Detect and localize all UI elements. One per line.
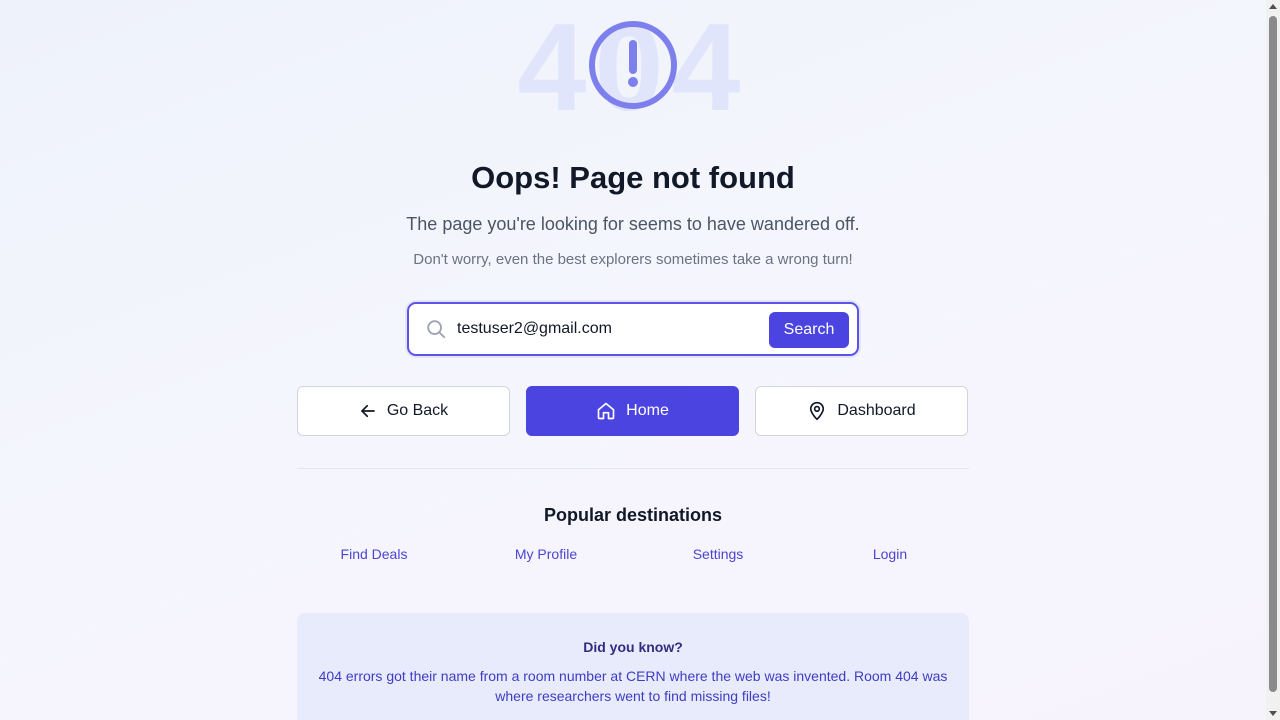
section-divider <box>297 468 969 469</box>
scrollbar-thumb[interactable] <box>1269 16 1277 692</box>
link-my-profile[interactable]: My Profile <box>466 546 626 562</box>
search-button[interactable]: Search <box>769 312 849 348</box>
map-pin-icon <box>810 401 825 421</box>
arrow-left-icon <box>360 404 375 418</box>
popular-destinations-title: Popular destinations <box>543 505 723 525</box>
popular-links: Find Deals My Profile Settings Login <box>297 546 969 566</box>
not-found-page: 404 Oops! Page not found The page you're… <box>0 0 1266 720</box>
alert-circle-icon <box>589 21 677 109</box>
home-icon <box>597 402 615 420</box>
scroll-down-icon[interactable] <box>1266 706 1280 720</box>
vertical-scrollbar[interactable] <box>1266 0 1280 720</box>
go-back-label: Go Back <box>386 402 449 419</box>
dashboard-button[interactable]: Dashboard <box>755 386 968 436</box>
home-button[interactable]: Home <box>526 386 739 436</box>
link-settings[interactable]: Settings <box>638 546 798 562</box>
search-box: Search <box>407 302 859 356</box>
home-label: Home <box>626 402 669 419</box>
fact-title: Did you know? <box>583 639 683 655</box>
hero-404: 404 <box>0 0 1266 140</box>
dashboard-label: Dashboard <box>837 402 916 419</box>
did-you-know-card: Did you know? 404 errors got their name … <box>297 613 969 720</box>
search-input[interactable] <box>457 312 757 346</box>
link-find-deals[interactable]: Find Deals <box>294 546 454 562</box>
page-subtitle: The page you're looking for seems to hav… <box>406 214 860 234</box>
search-icon <box>427 320 446 339</box>
scroll-up-icon[interactable] <box>1266 0 1280 14</box>
page-title: Oops! Page not found <box>471 160 795 195</box>
fact-text: 404 errors got their name from a room nu… <box>318 668 948 704</box>
link-login[interactable]: Login <box>810 546 970 562</box>
page-hint: Don't worry, even the best explorers som… <box>413 251 853 268</box>
go-back-button[interactable]: Go Back <box>297 386 510 436</box>
